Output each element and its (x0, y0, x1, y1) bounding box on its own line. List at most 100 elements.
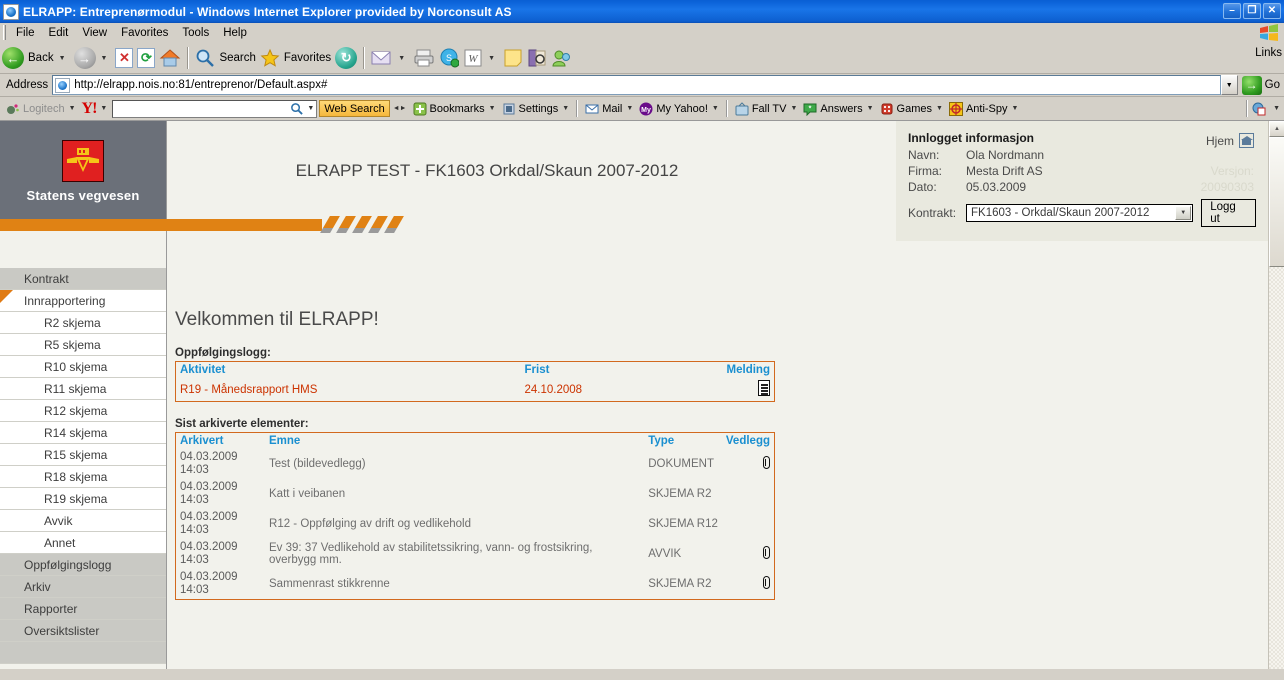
word-dropdown-icon[interactable]: ▼ (488, 55, 495, 62)
research-button[interactable] (525, 45, 549, 71)
yahoo-fall-tv-button[interactable]: Fall TV ▼ (732, 101, 801, 116)
games-dropdown-icon[interactable]: ▼ (936, 105, 943, 112)
sidebar-item-kontrakt[interactable]: Kontrakt (0, 268, 166, 290)
sidebar-item-arkiv[interactable]: Arkiv (0, 576, 166, 598)
col-arkivert[interactable]: Arkivert (176, 433, 266, 450)
cell-vedlegg[interactable] (722, 569, 775, 600)
cell-vedlegg[interactable] (722, 539, 775, 569)
web-search-button[interactable]: Web Search (319, 100, 390, 117)
page-vertical-scrollbar[interactable]: ▲ (1268, 121, 1284, 669)
col-type[interactable]: Type (644, 433, 722, 450)
skype-button[interactable]: S (437, 45, 461, 71)
maximize-button[interactable]: ❐ (1243, 3, 1261, 19)
col-emne[interactable]: Emne (265, 433, 644, 450)
chevron-down-icon[interactable]: ▼ (1175, 206, 1192, 220)
table-row[interactable]: 04.03.2009 14:03 Sammenrast stikkrenne SKJE… (176, 569, 775, 600)
sidebar-item-r5-skjema[interactable]: R5 skjema (0, 334, 166, 356)
col-aktivitet[interactable]: Aktivitet (176, 362, 521, 379)
table-row[interactable]: R19 - Månedsrapport HMS 24.10.2008 (176, 378, 775, 402)
sidebar-item-rapporter[interactable]: Rapporter (0, 598, 166, 620)
cell-aktivitet[interactable]: R19 - Månedsrapport HMS (176, 378, 521, 402)
sidebar-item-oversiktslister[interactable]: Oversiktslister (0, 620, 166, 642)
sidebar-item-r10-skjema[interactable]: R10 skjema (0, 356, 166, 378)
table-row[interactable]: 04.03.2009 14:03 Katt i veibanen SKJEMA R2 (176, 479, 775, 509)
paperclip-icon[interactable] (763, 456, 770, 469)
my-yahoo-dropdown-icon[interactable]: ▼ (712, 105, 719, 112)
cell-emne[interactable]: Katt i veibanen (265, 479, 644, 509)
yahoo-games-button[interactable]: Games ▼ (877, 102, 946, 116)
yahoo-dropdown-icon[interactable]: ▼ (100, 105, 107, 112)
menu-file[interactable]: File (9, 25, 42, 41)
sidebar-item-oppfolgingslogg[interactable]: Oppfølgingslogg (0, 554, 166, 576)
back-button[interactable]: ← Back ▼ (0, 45, 72, 71)
yahoo-mail-button[interactable]: Mail ▼ (582, 102, 636, 116)
sidebar-item-r15-skjema[interactable]: R15 skjema (0, 444, 166, 466)
yahoo-search-dropdown-icon[interactable]: ▼ (307, 105, 314, 112)
sidebar-item-r2-skjema[interactable]: R2 skjema (0, 312, 166, 334)
kontrakt-select[interactable]: FK1603 - Orkdal/Skaun 2007-2012 ▼ (966, 204, 1194, 222)
cell-emne[interactable]: R12 - Oppfølging av drift og vedlikehold (265, 509, 644, 539)
sidebar-item-avvik[interactable]: Avvik (0, 510, 166, 532)
home-link[interactable]: Hjem (1206, 133, 1254, 148)
refresh-button[interactable]: ⟳ (135, 45, 157, 71)
note-button[interactable] (501, 45, 525, 71)
cell-emne[interactable]: Sammenrast stikkrenne (265, 569, 644, 600)
back-dropdown-icon[interactable]: ▼ (59, 55, 66, 62)
yahoo-answers-button[interactable]: * Answers ▼ (800, 102, 876, 116)
messenger-button[interactable] (549, 45, 575, 71)
sidebar-item-r19-skjema[interactable]: R19 skjema (0, 488, 166, 510)
cell-emne[interactable]: Ev 39: 37 Vedlikehold av stabilitetssikr… (265, 539, 644, 569)
word-button[interactable]: W ▼ (461, 45, 501, 71)
cell-melding[interactable] (711, 378, 775, 402)
history-button[interactable]: ↻ (333, 45, 359, 71)
cell-vedlegg[interactable] (722, 449, 775, 479)
yahoo-search-input[interactable]: ▼ (112, 99, 318, 118)
yahoo-bookmarks-button[interactable]: Bookmarks ▼ (410, 102, 499, 116)
menu-grip[interactable] (3, 25, 6, 40)
paperclip-icon[interactable] (763, 546, 770, 559)
yahoo-anti-spy-button[interactable]: Anti-Spy ▼ (946, 101, 1022, 116)
table-row[interactable]: 04.03.2009 14:03 Ev 39: 37 Vedlikehold av … (176, 539, 775, 569)
forward-dropdown-icon[interactable]: ▼ (101, 55, 108, 62)
sidebar-item-r14-skjema[interactable]: R14 skjema (0, 422, 166, 444)
print-button[interactable] (411, 45, 437, 71)
sidebar-item-r11-skjema[interactable]: R11 skjema (0, 378, 166, 400)
logitech-button[interactable]: Logitech ▼ (3, 102, 79, 116)
pdf-dropdown-icon[interactable]: ▼ (1273, 105, 1280, 112)
mail-dropdown-icon[interactable]: ▼ (626, 105, 633, 112)
home-button[interactable] (157, 45, 183, 71)
links-label[interactable]: Links (1255, 47, 1282, 59)
go-button[interactable]: → Go (1241, 75, 1284, 95)
mail-button[interactable]: ▼ (369, 45, 411, 71)
close-button[interactable]: ✕ (1263, 3, 1281, 19)
menu-tools[interactable]: Tools (175, 25, 216, 41)
answers-dropdown-icon[interactable]: ▼ (867, 105, 874, 112)
table-row[interactable]: 04.03.2009 14:03 R12 - Oppfølging av drift… (176, 509, 775, 539)
minimize-button[interactable]: – (1223, 3, 1241, 19)
col-melding[interactable]: Melding (711, 362, 775, 379)
favorites-button[interactable]: Favorites (258, 45, 333, 71)
sidebar-item-r12-skjema[interactable]: R12 skjema (0, 400, 166, 422)
cell-emne[interactable]: Test (bildevedlegg) (265, 449, 644, 479)
table-row[interactable]: 04.03.2009 14:03 Test (bildevedlegg) DOKUME… (176, 449, 775, 479)
cell-vedlegg[interactable] (722, 509, 775, 539)
paperclip-icon[interactable] (763, 576, 770, 589)
toolbar-overflow-icon[interactable]: ◄► (393, 105, 407, 112)
sidebar-item-r18-skjema[interactable]: R18 skjema (0, 466, 166, 488)
forward-button[interactable]: → ▼ (72, 45, 114, 71)
col-vedlegg[interactable]: Vedlegg (722, 433, 775, 450)
pdf-globe-icon[interactable] (1252, 102, 1266, 116)
yahoo-settings-button[interactable]: Settings ▼ (499, 102, 573, 116)
anti-spy-dropdown-icon[interactable]: ▼ (1012, 105, 1019, 112)
search-button[interactable]: Search (193, 45, 257, 71)
sidebar-item-annet[interactable]: Annet (0, 532, 166, 554)
menu-favorites[interactable]: Favorites (114, 25, 175, 41)
col-frist[interactable]: Frist (521, 362, 711, 379)
address-input[interactable]: http://elrapp.nois.no:81/entreprenor/Def… (52, 75, 1221, 95)
mail-dropdown-icon[interactable]: ▼ (398, 55, 405, 62)
logout-button[interactable]: Logg ut (1201, 199, 1256, 227)
scroll-thumb[interactable] (1269, 137, 1284, 267)
menu-edit[interactable]: Edit (42, 25, 76, 41)
brand-logo[interactable]: Statens vegvesen (0, 121, 166, 222)
scroll-up-button[interactable]: ▲ (1269, 121, 1284, 137)
